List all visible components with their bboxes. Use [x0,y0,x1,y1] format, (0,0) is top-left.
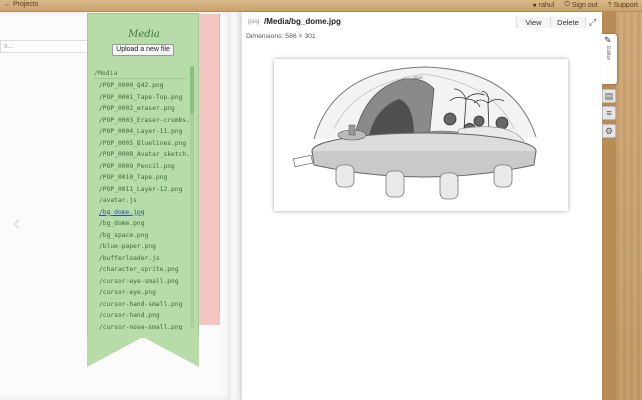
file-list-item[interactable]: /cursor-eye-small.png [99,276,189,288]
media-path: /Media [94,69,118,77]
editor-tab-label: Editor [605,46,611,61]
file-list-item[interactable]: /avatar.js [99,195,189,207]
file-list-item[interactable]: /bg_dome.jpg [99,207,189,219]
file-list-item[interactable]: /POP_0003_Eraser-crumbs.png [99,115,189,127]
file-list-item[interactable]: /cursor-nose-small.png [99,322,189,331]
file-path: /Media/bg_dome.jpg [264,17,341,26]
media-ribbon-tail [87,337,199,367]
image-dimensions: Dimensions: 586 × 301 [246,33,316,40]
view-button[interactable]: View [516,17,550,28]
pencil-icon: ✎ [604,35,612,45]
help-icon: ? [607,1,612,9]
projects-label: Projects [12,1,39,8]
signout-label: Sign out [571,1,598,9]
file-list-item[interactable]: /POP_0001_Tape-Top.png [99,92,189,104]
scrollbar-thumb[interactable] [190,66,194,114]
page-gutter [228,12,242,400]
user-label: rahul [538,1,555,9]
user-icon: ● [532,1,537,9]
file-list-item[interactable]: /character_sprite.png [99,264,189,276]
file-list-item[interactable]: /POP_0011_Layer-12.png [99,184,189,196]
gear-icon[interactable]: ⚙ [602,124,616,138]
pink-bookmark-ribbon[interactable] [197,14,220,325]
file-list-item[interactable]: /bg_dome.png [99,218,189,230]
expand-icon[interactable]: ⤢ [589,17,596,28]
file-list-item[interactable]: /POP_0002_eraser.png [99,103,189,115]
delete-button[interactable]: Delete [550,17,586,28]
file-list-item[interactable]: /POP_0010_Tape.png [99,172,189,184]
file-list-item[interactable]: /POP_0008_Avatar_sketch.png [99,149,189,161]
file-list-item[interactable]: /cursor-hand.png [99,310,189,322]
dome-illustration: ISLE [293,66,537,200]
file-list-item[interactable]: /POP_0009_Pencil.png [99,161,189,173]
image-preview: ISLE [274,59,568,211]
file-list-item[interactable]: /bufferloader.js [99,253,189,265]
book-icon[interactable]: ▤ [602,89,616,103]
signout-link[interactable]: ⏻ Sign out [564,1,597,9]
divider [94,78,186,79]
support-label: Support [613,1,638,9]
file-list-item[interactable]: /bg_space.png [99,230,189,242]
file-list-item[interactable]: /POP_0004_Layer-11.png [99,126,189,138]
user-link[interactable]: ● rahul [533,1,555,9]
editor-tab[interactable]: ✎ Editor [601,34,617,84]
chevron-left-icon[interactable]: ‹ [13,210,20,236]
list-icon[interactable]: ≡ [602,106,616,120]
svg-text:ISLE: ISLE [414,75,423,80]
upload-button[interactable]: Upload a new file [112,44,174,56]
file-list-item[interactable]: /POP_0005_Bluelines.png [99,138,189,150]
media-title: Media [128,29,160,40]
signout-icon: ⏻ [564,1,570,8]
file-list-item[interactable]: /blue-paper.png [99,241,189,253]
file-header: jpeg /Media/bg_dome.jpg View Delete ⤢ [242,17,602,29]
file-list-item[interactable]: /cursor-eye.png [99,287,189,299]
file-type-label: jpeg [248,19,260,25]
pink-ribbon-tail [197,314,220,326]
file-viewer-page: jpeg /Media/bg_dome.jpg View Delete ⤢ Di… [242,12,602,400]
file-list: /POP_0000_Q42.png/POP_0001_Tape-Top.png /… [99,80,189,330]
media-panel: Media Upload a new file /Media /POP_0000… [87,13,199,338]
back-arrow-icon: ← [4,1,11,8]
file-list-item[interactable]: /POP_0000_Q42.png [99,80,189,92]
support-link[interactable]: ? Support [608,1,638,9]
projects-link[interactable]: ← Projects [4,1,38,8]
file-list-item[interactable]: /cursor-hand-small.png [99,299,189,311]
search-input[interactable]: s... [0,40,92,53]
top-bar: ← Projects ● rahul ⏻ Sign out ? Support [0,0,642,12]
